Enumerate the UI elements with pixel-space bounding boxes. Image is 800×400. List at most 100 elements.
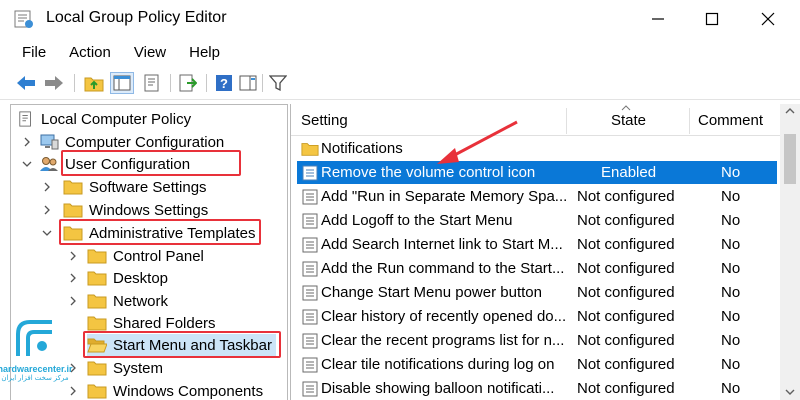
computer-icon bbox=[40, 134, 59, 150]
table-row[interactable]: Disable showing balloon notificati... No… bbox=[297, 377, 777, 400]
setting-state: Not configured bbox=[577, 332, 675, 349]
setting-name: Clear history of recently opened do... bbox=[321, 308, 567, 325]
annotation-arrow-icon bbox=[437, 120, 518, 164]
setting-comment: No bbox=[721, 284, 741, 301]
table-row[interactable]: Add Search Internet link to Start M... N… bbox=[297, 233, 777, 256]
back-button[interactable] bbox=[14, 72, 38, 94]
tree-item-root[interactable]: Local Computer Policy bbox=[17, 108, 191, 130]
column-divider[interactable] bbox=[566, 108, 567, 134]
tree-item-administrative-templates[interactable]: Administrative Templates bbox=[63, 222, 255, 244]
tree-item-software-settings[interactable]: Software Settings bbox=[63, 176, 207, 198]
chevron-right-icon[interactable] bbox=[67, 250, 79, 262]
users-icon bbox=[40, 157, 58, 171]
tree-item-control-panel[interactable]: Control Panel bbox=[87, 245, 204, 267]
table-row[interactable]: Change Start Menu power button Not confi… bbox=[297, 281, 777, 304]
menu-file[interactable]: File bbox=[0, 44, 56, 61]
chevron-down-icon[interactable] bbox=[41, 227, 53, 239]
forward-button[interactable] bbox=[42, 72, 66, 94]
folder-icon bbox=[87, 249, 107, 264]
column-header-state[interactable]: State bbox=[611, 112, 646, 129]
menu-action[interactable]: Action bbox=[56, 44, 121, 61]
maximize-button[interactable] bbox=[686, 0, 738, 38]
tree-item-desktop[interactable]: Desktop bbox=[87, 267, 168, 289]
setting-name: Add Search Internet link to Start M... bbox=[321, 236, 563, 253]
setting-name: Add "Run in Separate Memory Spa... bbox=[321, 188, 568, 205]
sort-ascending-icon bbox=[621, 105, 631, 111]
scroll-up-icon[interactable] bbox=[784, 106, 796, 116]
chevron-right-icon[interactable] bbox=[67, 272, 79, 284]
minimize-button[interactable] bbox=[632, 0, 684, 38]
setting-state: Not configured bbox=[577, 380, 675, 397]
export-list-button[interactable] bbox=[176, 72, 200, 94]
folder-icon bbox=[301, 143, 319, 156]
table-row[interactable]: Clear the recent programs list for n... … bbox=[297, 329, 777, 352]
up-folder-button[interactable] bbox=[82, 72, 106, 94]
chevron-right-icon[interactable] bbox=[67, 295, 79, 307]
folder-icon bbox=[87, 294, 107, 309]
setting-name: Change Start Menu power button bbox=[321, 284, 542, 301]
list-item-folder[interactable]: Notifications bbox=[297, 137, 777, 160]
tree-item-start-menu-and-taskbar[interactable]: Start Menu and Taskbar bbox=[87, 334, 276, 356]
chevron-down-icon[interactable] bbox=[21, 158, 33, 170]
table-row[interactable]: Add "Run in Separate Memory Spa... Not c… bbox=[297, 185, 777, 208]
minimize-icon bbox=[652, 18, 664, 20]
policy-setting-icon bbox=[302, 285, 318, 301]
tree-item-windows-settings[interactable]: Windows Settings bbox=[63, 199, 208, 221]
column-divider[interactable] bbox=[689, 108, 690, 134]
folder-icon bbox=[87, 271, 107, 286]
setting-state: Not configured bbox=[577, 356, 675, 373]
scrollbar-thumb[interactable] bbox=[784, 134, 796, 184]
table-row[interactable]: Clear tile notifications during log on N… bbox=[297, 353, 777, 376]
tree-label: Control Panel bbox=[113, 247, 204, 265]
show-hide-console-tree-button[interactable] bbox=[110, 72, 134, 94]
tree-item-computer-configuration[interactable]: Computer Configuration bbox=[39, 131, 224, 153]
vertical-scrollbar[interactable] bbox=[780, 104, 800, 400]
close-icon bbox=[761, 12, 775, 26]
chevron-right-icon[interactable] bbox=[41, 204, 53, 216]
back-arrow-icon bbox=[17, 76, 35, 90]
list-header: Setting State Comment bbox=[291, 104, 800, 136]
tree-label: Windows Components bbox=[113, 382, 264, 400]
console-tree-icon bbox=[113, 75, 131, 91]
policy-setting-icon bbox=[302, 381, 318, 397]
setting-name: Clear the recent programs list for n... bbox=[321, 332, 565, 349]
setting-state: Not configured bbox=[577, 284, 675, 301]
tree-item-user-configuration[interactable]: User Configuration bbox=[39, 153, 190, 175]
help-button[interactable]: ? bbox=[212, 72, 236, 94]
scroll-down-icon[interactable] bbox=[784, 387, 796, 397]
setting-state: Not configured bbox=[577, 188, 675, 205]
table-row-selected[interactable]: Remove the volume control icon Enabled N… bbox=[297, 161, 777, 184]
chevron-right-icon[interactable] bbox=[41, 181, 53, 193]
watermark-logo: hardwarecenter.ir مرکز سخت افزار ایران bbox=[0, 316, 73, 400]
folder-icon bbox=[87, 316, 107, 331]
properties-button[interactable] bbox=[140, 72, 164, 94]
tree-item-network[interactable]: Network bbox=[87, 290, 168, 312]
setting-comment: No bbox=[721, 236, 741, 253]
table-row[interactable]: Add Logoff to the Start Menu Not configu… bbox=[297, 209, 777, 232]
table-row[interactable]: Add the Run command to the Start... Not … bbox=[297, 257, 777, 280]
policy-setting-icon bbox=[302, 189, 318, 205]
hardwarecenter-logo-icon bbox=[16, 320, 52, 356]
setting-state: Enabled bbox=[601, 164, 657, 181]
filter-button[interactable] bbox=[266, 72, 290, 94]
tree-item-system[interactable]: System bbox=[87, 357, 163, 379]
tree-label: Network bbox=[113, 292, 169, 310]
folder-open-icon bbox=[87, 338, 107, 353]
folder-icon bbox=[63, 180, 83, 195]
title-bar: Local Group Policy Editor bbox=[0, 0, 800, 38]
column-header-comment[interactable]: Comment bbox=[698, 112, 763, 129]
close-button[interactable] bbox=[742, 0, 794, 38]
table-row[interactable]: Clear history of recently opened do... N… bbox=[297, 305, 777, 328]
tree-item-shared-folders[interactable]: Shared Folders bbox=[87, 312, 216, 334]
show-action-pane-button[interactable] bbox=[236, 72, 260, 94]
column-header-setting[interactable]: Setting bbox=[301, 112, 348, 129]
chevron-right-icon[interactable] bbox=[21, 136, 33, 148]
tree-label: Start Menu and Taskbar bbox=[113, 336, 272, 354]
menu-view[interactable]: View bbox=[121, 44, 176, 61]
tree-item-windows-components[interactable]: Windows Components bbox=[87, 380, 263, 400]
policy-setting-icon bbox=[302, 165, 318, 181]
setting-state: Not configured bbox=[577, 236, 675, 253]
watermark-brand: hardwarecenter.ir bbox=[0, 364, 73, 374]
menu-help[interactable]: Help bbox=[176, 44, 230, 61]
maximize-icon bbox=[705, 12, 719, 26]
